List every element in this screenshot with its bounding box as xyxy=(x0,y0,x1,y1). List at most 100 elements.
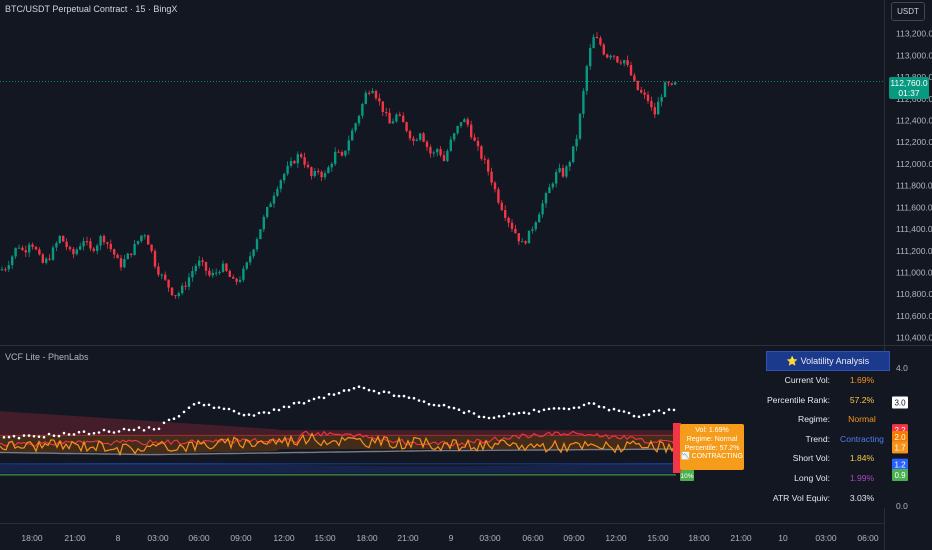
atr-dot xyxy=(552,407,556,410)
price-axis-label: 111,200.0 xyxy=(896,246,932,256)
candle-body xyxy=(351,130,354,141)
candle-body xyxy=(17,247,21,249)
currency-button[interactable]: USDT xyxy=(891,2,925,21)
candle-body xyxy=(228,270,231,278)
candle-body xyxy=(211,272,214,276)
candle-body xyxy=(259,229,262,240)
candle-body xyxy=(388,112,391,124)
candle-body xyxy=(582,90,585,114)
candle-body xyxy=(293,161,296,164)
atr-dot xyxy=(7,435,11,439)
time-axis-label: 15:00 xyxy=(647,533,669,543)
atr-dot xyxy=(397,394,401,398)
time-axis-label: 03:00 xyxy=(815,533,837,543)
candle-body xyxy=(422,133,425,142)
candle-body xyxy=(238,279,242,282)
atr-dot xyxy=(312,397,316,401)
atr-dot xyxy=(62,431,66,435)
candle-body xyxy=(398,114,401,116)
candle-body xyxy=(459,122,463,126)
atr-dot xyxy=(137,426,141,429)
time-axis-label: 21:00 xyxy=(730,533,752,543)
atr-dot xyxy=(42,435,46,439)
time-axis-label: 18:00 xyxy=(21,533,43,543)
atr-dot xyxy=(527,412,531,415)
atr-dot xyxy=(227,407,231,411)
candle-body xyxy=(48,258,51,260)
atr-dot xyxy=(277,408,281,412)
atr-dot xyxy=(347,388,351,392)
candle-body xyxy=(7,265,10,270)
candle-body xyxy=(534,222,537,230)
candle-body xyxy=(330,163,333,168)
atr-dot xyxy=(282,405,286,409)
candle-body xyxy=(374,90,378,99)
candle-body xyxy=(123,259,126,268)
candle-body xyxy=(504,210,507,218)
candle-body xyxy=(585,66,588,91)
vol-label-box: Vol: 1.69% Regime: Normal Percentile: 57… xyxy=(680,424,744,470)
candle-body xyxy=(551,183,554,188)
candle-body xyxy=(442,155,446,161)
candle-body xyxy=(548,187,551,194)
atr-dot xyxy=(317,396,321,399)
atr-dot xyxy=(467,410,471,413)
candle-body xyxy=(157,266,160,275)
candle-body xyxy=(555,172,558,184)
atr-dot xyxy=(447,405,451,409)
candle-body xyxy=(242,268,245,280)
atr-dot xyxy=(197,401,201,405)
candle-body xyxy=(65,241,68,248)
atr-dot xyxy=(297,401,301,404)
atr-dot xyxy=(602,406,606,409)
candle-body xyxy=(133,244,136,255)
volatility-row-key: Regime: xyxy=(798,414,830,425)
candle-body xyxy=(116,254,119,259)
candle-body xyxy=(310,167,313,177)
volatility-row-key: Current Vol: xyxy=(784,375,830,385)
volatility-row-key: ATR Vol Equiv: xyxy=(772,492,830,503)
candle-body xyxy=(565,166,568,177)
candle-body xyxy=(296,154,299,164)
atr-dot xyxy=(427,402,431,406)
indicator-title[interactable]: VCF Lite - PhenLabs xyxy=(5,352,89,362)
atr-dot xyxy=(522,411,526,415)
volatility-row: Trend: Contracting xyxy=(766,430,890,450)
atr-dot xyxy=(57,434,61,438)
candle-body xyxy=(334,151,337,164)
candle-body xyxy=(629,64,633,76)
candle-body xyxy=(92,248,95,251)
candle-body xyxy=(670,83,673,85)
candle-body xyxy=(272,195,276,204)
indicator-value-text: 1.7 xyxy=(894,443,906,452)
vol-label-line: Regime: Normal xyxy=(686,435,738,443)
atr-dot xyxy=(67,433,71,436)
candle-body xyxy=(371,90,374,94)
atr-dot xyxy=(457,408,461,412)
candle-body xyxy=(517,233,520,242)
candle-body xyxy=(568,162,571,167)
candle-body xyxy=(660,97,663,102)
candle-body xyxy=(82,241,85,247)
candle-body xyxy=(14,247,17,257)
time-axis-label: 09:00 xyxy=(563,533,585,543)
atr-dot xyxy=(592,402,596,405)
candle-body xyxy=(198,260,201,266)
candle-body xyxy=(113,249,116,255)
atr-dot xyxy=(152,428,156,431)
candle-body xyxy=(21,247,24,251)
candle-body xyxy=(317,170,320,172)
candle-body xyxy=(439,149,442,156)
volatility-row-value: Contracting xyxy=(840,433,884,444)
atr-dot xyxy=(187,406,191,410)
atr-dot xyxy=(77,430,81,434)
atr-dot xyxy=(92,432,96,435)
candle-body xyxy=(385,111,388,113)
atr-dot xyxy=(232,409,236,413)
candle-body xyxy=(255,239,259,250)
candle-body xyxy=(473,137,476,141)
price-axis-label: 113,000.0 xyxy=(896,50,932,60)
atr-dot xyxy=(142,429,146,432)
candle-body xyxy=(650,101,653,108)
candle-body xyxy=(493,182,497,190)
